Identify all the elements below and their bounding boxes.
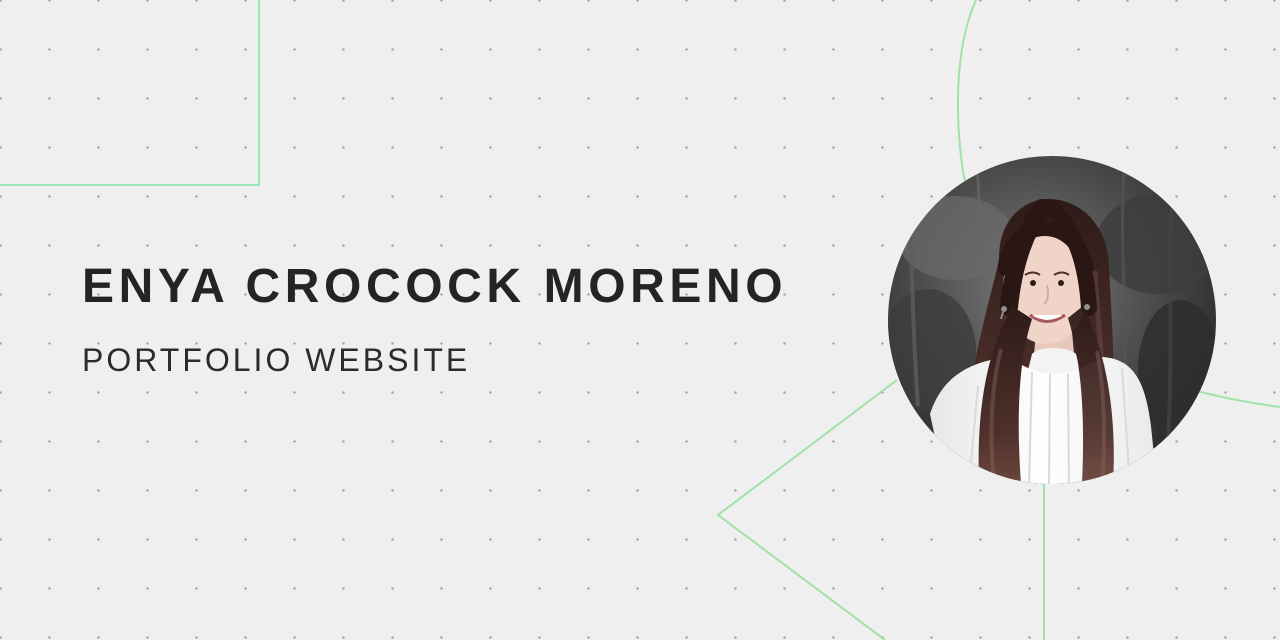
corner-bracket-line bbox=[0, 0, 260, 186]
hero-banner: ENYA CROCOCK MORENO PORTFOLIO WEBSITE bbox=[0, 0, 1280, 640]
name-heading: ENYA CROCOCK MORENO bbox=[82, 260, 788, 313]
profile-photo bbox=[888, 156, 1216, 484]
portfolio-subtitle: PORTFOLIO WEBSITE bbox=[82, 342, 471, 378]
triangle-outline-line bbox=[716, 379, 898, 640]
profile-photo-illustration bbox=[888, 156, 1216, 484]
